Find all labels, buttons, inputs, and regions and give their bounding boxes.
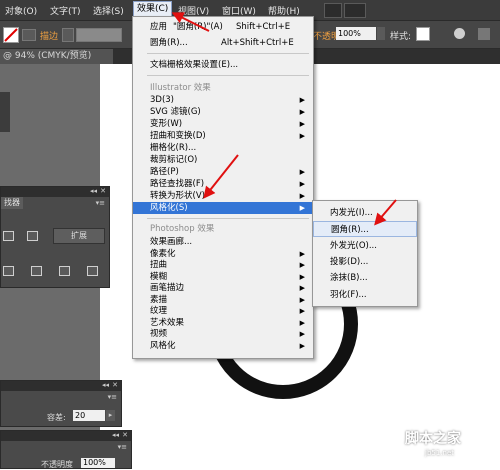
arrow-to-stylize bbox=[203, 154, 239, 199]
arrow-to-effect-menu bbox=[171, 12, 210, 32]
watermark-logo: 脚本之家 bbox=[405, 431, 461, 447]
arrow-to-round-corners bbox=[374, 199, 397, 226]
watermark-site: jb51.net bbox=[425, 449, 455, 457]
annotation-arrows bbox=[171, 12, 397, 226]
